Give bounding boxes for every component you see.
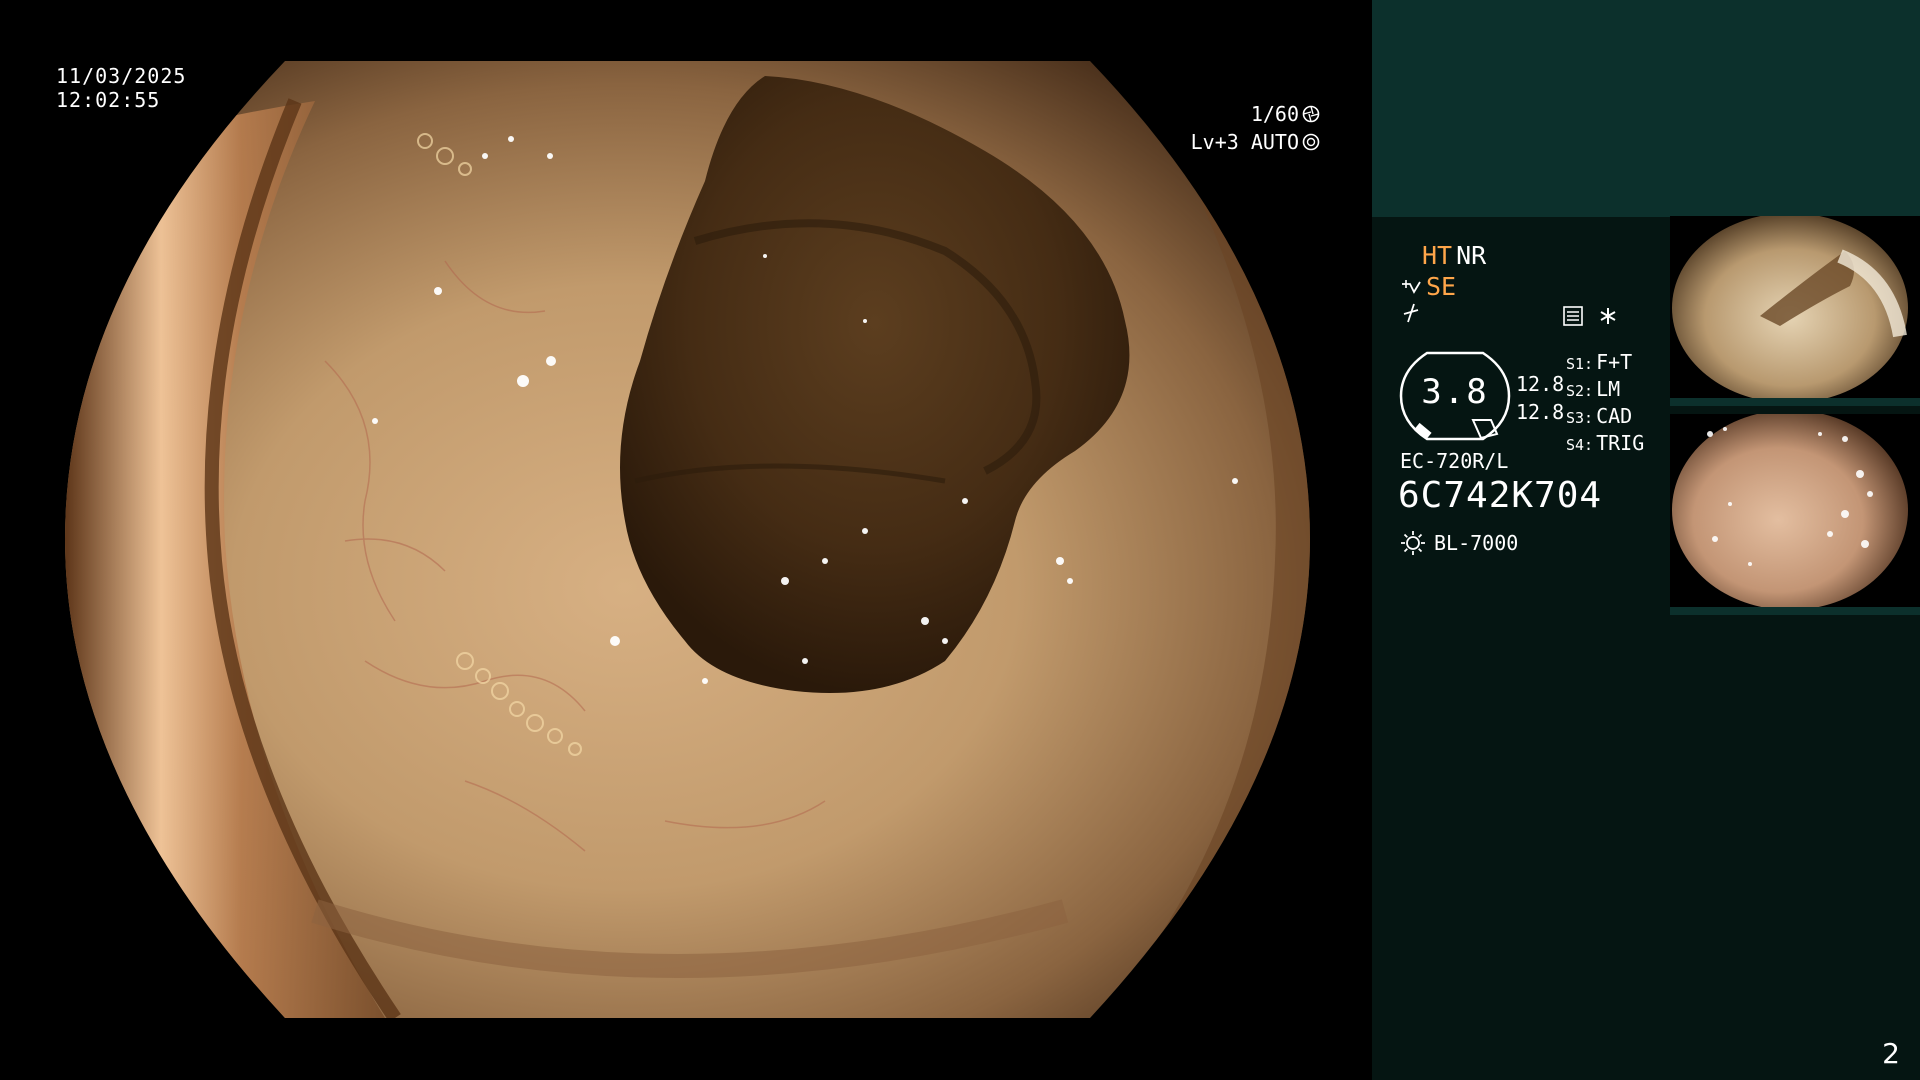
switch-list: S1: F+T S2: LM S3: CAD S4: TRIG [1566,350,1644,458]
shutter-icon [1302,105,1320,123]
zoom-value-a: 12.8 [1516,372,1565,396]
structure-enhance-icon [1402,279,1421,294]
time-text: 12:02:55 [56,88,161,112]
thumbnail-2[interactable] [1670,414,1920,615]
switch-item: S1: F+T [1566,350,1633,374]
image-mode-box: HT NR SE [1400,240,1486,324]
switch-item: S4: TRIG [1566,431,1645,455]
mode-nr-text: NR [1456,241,1487,270]
switch-item: S3: CAD [1566,404,1633,428]
misc-status-icons [1562,305,1618,327]
exposure-text: Lv+3 AUTO [1190,130,1299,154]
zoom-numbers: 12.8 12.8 [1516,370,1564,426]
star-icon [1600,308,1616,324]
scope-model: EC-720R/L [1400,449,1509,473]
thumbnail-2-strip [1670,607,1920,615]
exposure-overlay: 1/60 Lv+3 AUTO [1191,100,1320,156]
switch-item: S2: LM [1566,377,1621,401]
date-text: 11/03/2025 [56,64,187,88]
panel-header [1372,0,1920,217]
mode-ht-text: HT [1422,241,1453,270]
zoom-value-b: 12.8 [1516,400,1565,424]
light-source-info: BL-7000 [1400,530,1518,556]
datetime-overlay: 11/03/2025 12:02:55 [56,64,186,112]
zoom-value: 3.8 [1421,372,1489,412]
endoscope-image [65,61,1310,1018]
color-enhance-icon [1403,303,1419,323]
zoom-gauge: 3.8 [1399,350,1511,442]
iris-icon [1302,133,1320,151]
thumbnail-1[interactable] [1670,216,1920,406]
page-number: 2 [1882,1037,1900,1070]
memory-icon [1563,306,1583,326]
thumbnail-1-image [1670,216,1920,406]
light-source-icon [1401,531,1425,555]
mode-se-text: SE [1426,272,1457,301]
shutter-speed-text: 1/60 [1250,102,1299,126]
scope-serial: 6C742K704 [1398,475,1603,516]
thumbnail-2-image [1670,414,1920,615]
light-source-text: BL-7000 [1434,531,1519,555]
right-info-panel: HT NR SE 3.8 12.8 12.8 S1: F+T S2: LM S3… [1372,0,1920,1080]
main-endoscope-view: 11/03/2025 12:02:55 1/60 Lv+3 AUTO [0,0,1372,1080]
thumbnail-1-strip [1670,398,1920,406]
